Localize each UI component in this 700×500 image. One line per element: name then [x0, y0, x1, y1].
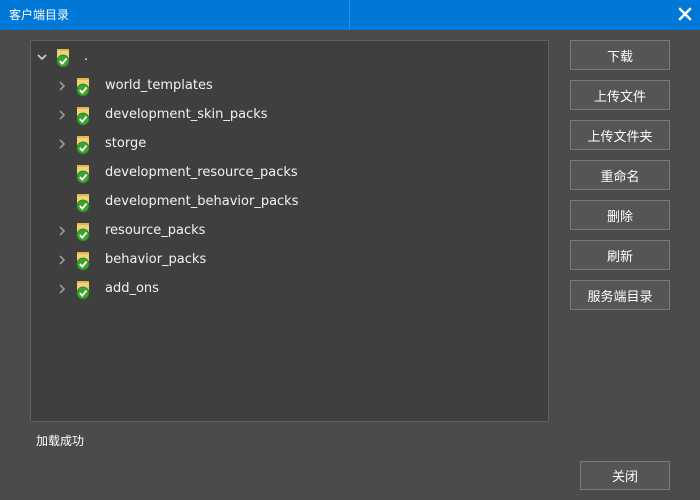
tree-root-row[interactable]: .	[31, 46, 548, 68]
tree-item-label: resource_packs	[105, 223, 206, 238]
tree-item-row[interactable]: behavior_packs	[31, 249, 548, 271]
tree-item-label: add_ons	[105, 281, 159, 296]
download-button[interactable]: 下载	[570, 40, 670, 70]
tree-root-label: .	[84, 49, 89, 64]
chevron-right-icon[interactable]	[56, 225, 68, 237]
title-bar: 客户端目录	[0, 0, 700, 30]
tree-item-label: storge	[105, 136, 147, 151]
chevron-right-icon[interactable]	[56, 254, 68, 266]
folder-check-icon	[76, 252, 90, 271]
delete-button[interactable]: 删除	[570, 200, 670, 230]
chevron-down-icon[interactable]	[36, 51, 48, 63]
directory-tree[interactable]: . world_templates development_skin_packss…	[30, 40, 549, 422]
folder-check-icon	[76, 107, 90, 126]
tree-item-row[interactable]: development_resource_packs	[31, 162, 548, 184]
chevron-right-icon[interactable]	[56, 138, 68, 150]
folder-check-icon	[76, 78, 90, 97]
refresh-button[interactable]: 刷新	[570, 240, 670, 270]
tree-item-label: development_skin_packs	[105, 107, 268, 122]
folder-check-icon	[76, 194, 90, 213]
tree-item-label: development_behavior_packs	[105, 194, 299, 209]
window-title: 客户端目录	[9, 8, 70, 22]
folder-check-icon	[76, 136, 90, 155]
close-button[interactable]: 关闭	[580, 461, 670, 490]
chevron-right-icon[interactable]	[56, 80, 68, 92]
folder-check-icon	[76, 223, 90, 242]
close-icon[interactable]	[676, 5, 694, 23]
rename-button[interactable]: 重命名	[570, 160, 670, 190]
chevron-right-icon[interactable]	[56, 283, 68, 295]
title-divider	[349, 0, 350, 30]
tree-item-row[interactable]: development_behavior_packs	[31, 191, 548, 213]
upload-file-button[interactable]: 上传文件	[570, 80, 670, 110]
folder-check-icon	[76, 281, 90, 300]
tree-item-row[interactable]: world_templates	[31, 75, 548, 97]
tree-item-row[interactable]: development_skin_packs	[31, 104, 548, 126]
server-directory-button[interactable]: 服务端目录	[570, 280, 670, 310]
upload-folder-button[interactable]: 上传文件夹	[570, 120, 670, 150]
tree-item-label: development_resource_packs	[105, 165, 298, 180]
tree-item-row[interactable]: add_ons	[31, 278, 548, 300]
folder-check-icon	[76, 165, 90, 184]
tree-item-label: behavior_packs	[105, 252, 207, 267]
status-text: 加载成功	[36, 434, 85, 448]
chevron-right-icon[interactable]	[56, 109, 68, 121]
tree-item-row[interactable]: storge	[31, 133, 548, 155]
folder-check-icon	[56, 49, 70, 68]
tree-item-row[interactable]: resource_packs	[31, 220, 548, 242]
tree-item-label: world_templates	[105, 78, 213, 93]
